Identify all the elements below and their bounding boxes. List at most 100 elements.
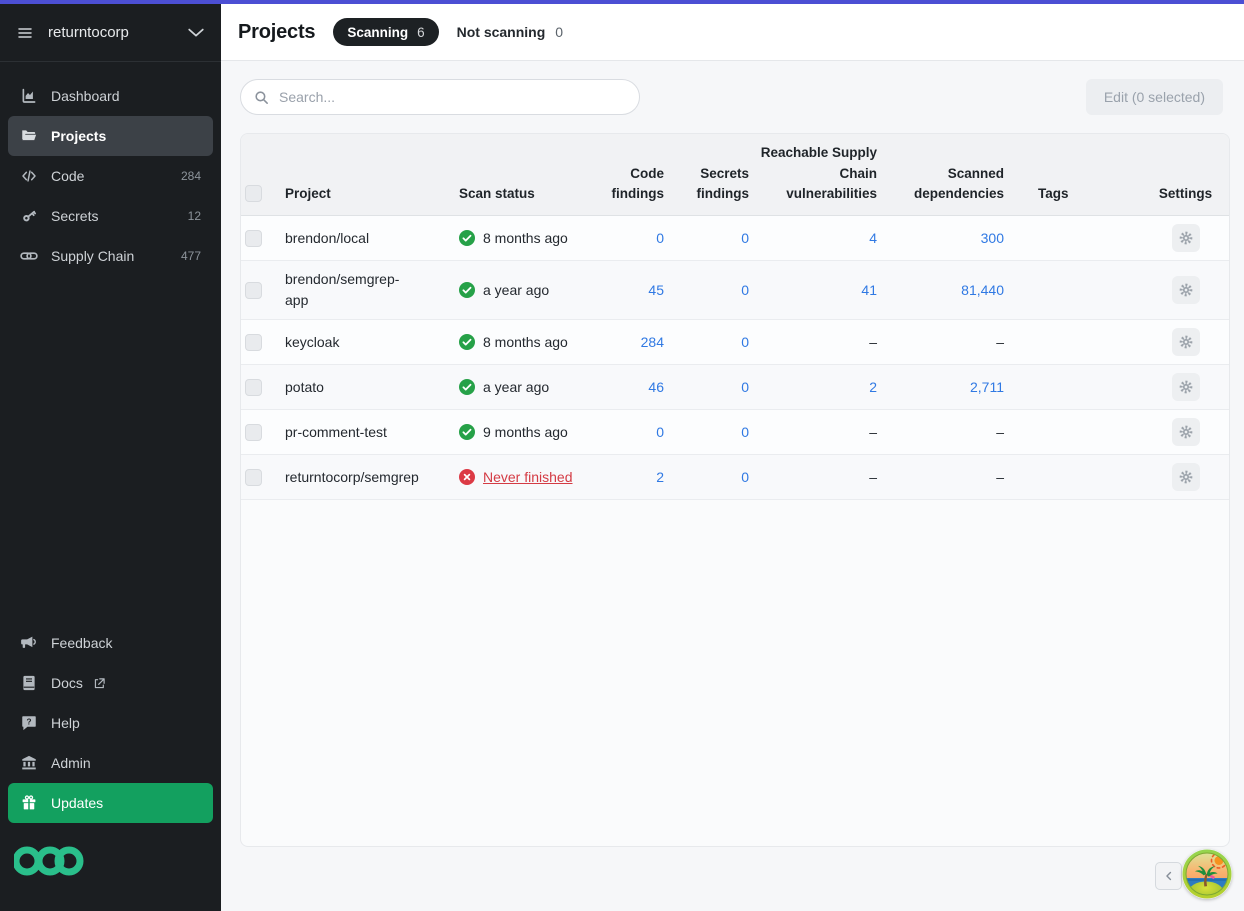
column-header-secrets-findings: Secrets findings: [668, 134, 753, 215]
select-all-checkbox[interactable]: [245, 185, 262, 202]
scan-status-link[interactable]: Never finished: [483, 469, 573, 485]
column-header-reachable-vulns: Reachable Supply Chain vulnerabilities: [753, 134, 881, 215]
tab-not-scanning[interactable]: Not scanning 0: [457, 24, 563, 40]
folder-icon: [20, 127, 38, 145]
table-row: returntocorp/semgrepNever finished20––: [241, 455, 1229, 500]
scanned-deps-link[interactable]: 300: [981, 230, 1004, 246]
scan-status-cell: a year ago: [451, 365, 586, 409]
scanned-deps-link[interactable]: 81,440: [961, 282, 1004, 298]
key-icon: [20, 207, 38, 225]
row-checkbox[interactable]: [245, 334, 262, 351]
scan-status-cell: a year ago: [451, 261, 586, 319]
help-bubble-icon: ?: [20, 714, 38, 732]
project-settings-button[interactable]: [1172, 328, 1200, 356]
project-settings-button[interactable]: [1172, 463, 1200, 491]
row-checkbox[interactable]: [245, 379, 262, 396]
projects-table: Project Scan status Code findings Secret…: [240, 133, 1230, 847]
row-checkbox[interactable]: [245, 424, 262, 441]
sidebar-footer-nav: Feedback Docs ? Help: [0, 623, 221, 911]
project-name: keycloak: [281, 320, 451, 364]
scan-success-icon: [459, 379, 475, 395]
search-box[interactable]: [240, 79, 640, 115]
secrets-findings-link[interactable]: 0: [741, 379, 749, 395]
page-title: Projects: [238, 21, 315, 44]
svg-text:?: ?: [26, 718, 31, 727]
secrets-findings-link[interactable]: 0: [741, 334, 749, 350]
row-checkbox[interactable]: [245, 230, 262, 247]
org-name: returntocorp: [48, 24, 187, 41]
row-checkbox[interactable]: [245, 282, 262, 299]
project-settings-button[interactable]: [1172, 373, 1200, 401]
sidebar-nav: Dashboard Projects Code 284 Secrets: [0, 62, 221, 276]
scan-error-icon: [459, 469, 475, 485]
code-brackets-icon: [20, 167, 38, 185]
tags-cell: [1008, 216, 1142, 260]
code-findings-link[interactable]: 2: [656, 469, 664, 485]
toolbar: Edit (0 selected): [221, 61, 1244, 133]
code-findings-link[interactable]: 45: [648, 282, 664, 298]
sidebar-item-supply-chain[interactable]: Supply Chain 477: [8, 236, 213, 276]
empty-value: –: [996, 334, 1004, 350]
chevron-down-icon: [187, 27, 205, 39]
reachable-vulns-link[interactable]: 4: [869, 230, 877, 246]
pagination-prev-button[interactable]: [1155, 862, 1182, 890]
project-settings-button[interactable]: [1172, 224, 1200, 252]
column-header-tags: Tags: [1008, 134, 1142, 215]
sidebar-item-help[interactable]: ? Help: [8, 703, 213, 743]
sidebar-item-code[interactable]: Code 284: [8, 156, 213, 196]
table-row: brendon/semgrep-appa year ago4504181,440: [241, 261, 1229, 320]
row-checkbox[interactable]: [245, 469, 262, 486]
scan-success-icon: [459, 230, 475, 246]
reachable-vulns-link[interactable]: 41: [861, 282, 877, 298]
table-row: pr-comment-test9 months ago00––: [241, 410, 1229, 455]
org-switcher[interactable]: returntocorp: [0, 4, 221, 62]
code-findings-link[interactable]: 284: [641, 334, 664, 350]
table-body: brendon/local8 months ago004300brendon/s…: [241, 216, 1229, 500]
tags-cell: [1008, 410, 1142, 454]
project-name: pr-comment-test: [281, 410, 451, 454]
scan-status-text: 8 months ago: [483, 334, 568, 350]
scan-status-text: a year ago: [483, 282, 549, 298]
sidebar-item-updates[interactable]: Updates: [8, 783, 213, 823]
not-scanning-count: 0: [555, 24, 563, 40]
secrets-findings-link[interactable]: 0: [741, 230, 749, 246]
scanned-deps-link[interactable]: 2,711: [970, 379, 1004, 395]
scan-status-text: 8 months ago: [483, 230, 568, 246]
code-count-badge: 284: [181, 169, 201, 183]
island-widget-button[interactable]: [1182, 849, 1232, 899]
sidebar-item-feedback[interactable]: Feedback: [8, 623, 213, 663]
project-settings-button[interactable]: [1172, 418, 1200, 446]
empty-value: –: [869, 334, 877, 350]
code-findings-link[interactable]: 0: [656, 230, 664, 246]
sidebar-item-docs[interactable]: Docs: [8, 663, 213, 703]
code-findings-link[interactable]: 0: [656, 424, 664, 440]
scan-success-icon: [459, 282, 475, 298]
hamburger-menu-icon[interactable]: [16, 25, 34, 41]
secrets-findings-link[interactable]: 0: [741, 282, 749, 298]
secrets-count-badge: 12: [188, 209, 201, 223]
semgrep-logo[interactable]: [14, 845, 90, 877]
bank-building-icon: [20, 754, 38, 772]
sidebar-item-projects[interactable]: Projects: [8, 116, 213, 156]
edit-selected-button[interactable]: Edit (0 selected): [1086, 79, 1223, 115]
reachable-vulns-link[interactable]: 2: [869, 379, 877, 395]
tags-cell: [1008, 320, 1142, 364]
scan-status-cell: 8 months ago: [451, 216, 586, 260]
project-settings-button[interactable]: [1172, 276, 1200, 304]
secrets-findings-link[interactable]: 0: [741, 424, 749, 440]
table-row: potatoa year ago 46 0 2 2,711: [241, 365, 1229, 410]
code-findings-link[interactable]: 46: [648, 379, 664, 395]
secrets-findings-link[interactable]: 0: [741, 469, 749, 485]
dashboard-chart-icon: [20, 87, 38, 105]
tags-cell: [1008, 365, 1142, 409]
project-name: brendon/local: [281, 216, 451, 260]
project-name: potato: [281, 365, 451, 409]
column-header-scanned-dependencies: Scanned dependencies: [881, 134, 1008, 215]
tab-scanning[interactable]: Scanning 6: [333, 18, 438, 46]
sidebar-item-admin[interactable]: Admin: [8, 743, 213, 783]
column-header-code-findings: Code findings: [586, 134, 668, 215]
sidebar-item-secrets[interactable]: Secrets 12: [8, 196, 213, 236]
table-row: keycloak 8 months ago 284 0 – –: [241, 320, 1229, 365]
sidebar-item-dashboard[interactable]: Dashboard: [8, 76, 213, 116]
search-input[interactable]: [279, 89, 627, 105]
